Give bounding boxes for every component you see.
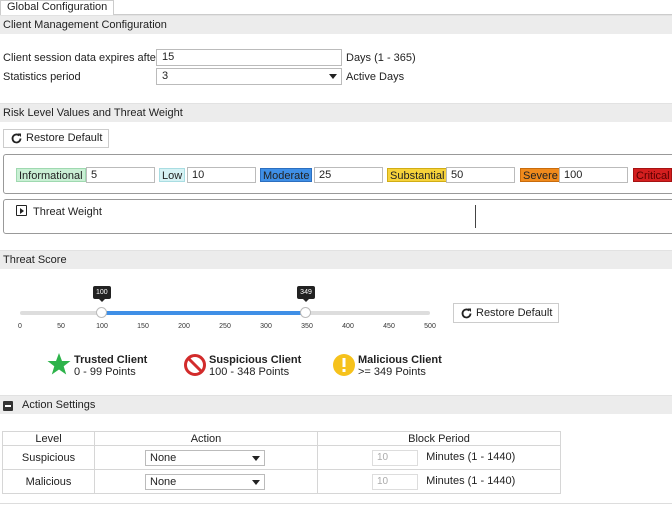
section-risk-levels: Risk Level Values and Threat Weight	[0, 103, 672, 122]
bottom-divider	[0, 503, 672, 504]
slider-high-value: 349	[297, 286, 315, 302]
slider-selected-range	[102, 311, 307, 315]
legend-malicious-sub: >= 349 Points	[358, 366, 426, 378]
level-input-informational[interactable]: 5	[86, 167, 155, 183]
section-threat-score: Threat Score	[0, 250, 672, 269]
level-cell: Suspicious	[2, 445, 95, 470]
level-tag-moderate: Moderate	[260, 168, 313, 182]
period-cell: 10 Minutes (1 - 1440)	[317, 469, 561, 494]
threat-weight-label: Threat Weight	[33, 206, 102, 218]
action-cell: None	[94, 445, 318, 470]
level-input-severe[interactable]: 100	[559, 167, 628, 183]
column-header-action: Action	[94, 431, 318, 446]
expire-suffix: Days (1 - 365)	[346, 52, 416, 64]
expand-toggle-icon[interactable]	[16, 205, 27, 216]
slider-low-value: 100	[93, 286, 111, 302]
expire-input[interactable]: 15	[156, 49, 342, 66]
prohibited-icon	[184, 354, 206, 376]
section-title: Action Settings	[22, 399, 96, 411]
slider-tick-label: 500	[424, 323, 436, 330]
threat-restore-default-button[interactable]: Restore Default	[453, 303, 560, 323]
slider-tick-label: 350	[301, 323, 313, 330]
refresh-icon	[461, 308, 472, 319]
column-header-level: Level	[2, 431, 95, 446]
action-select[interactable]: None	[145, 449, 265, 466]
slider-tick-label: 450	[383, 323, 395, 330]
level-tag-substantial: Substantial	[387, 168, 448, 182]
slider-tick-label: 150	[137, 323, 149, 330]
panel-divider	[475, 205, 476, 228]
section-title: Client Management Configuration	[3, 19, 167, 31]
block-period-input[interactable]: 10	[372, 473, 418, 490]
slider-handle-low[interactable]	[96, 307, 107, 318]
refresh-icon	[11, 133, 22, 144]
threat-weight-panel	[3, 199, 672, 234]
level-tag-severe: Severe	[520, 168, 561, 182]
stats-suffix: Active Days	[346, 71, 405, 83]
slider-tick-label: 400	[342, 323, 354, 330]
action-cell: None	[94, 469, 318, 494]
slider-tick-label: 50	[57, 323, 65, 330]
action-select-value: None	[150, 475, 177, 488]
chevron-down-icon	[252, 479, 260, 485]
star-icon	[47, 353, 71, 375]
legend-trusted-sub: 0 - 99 Points	[74, 366, 136, 378]
tab-global-configuration[interactable]: Global Configuration	[0, 0, 115, 16]
restore-default-button[interactable]: Restore Default	[3, 129, 110, 148]
chevron-down-icon	[329, 74, 337, 79]
restore-default-label: Restore Default	[476, 307, 553, 319]
expire-label: Client session data expires after	[3, 52, 160, 64]
slider-tick-label: 0	[18, 323, 22, 330]
level-tag-critical: Critical	[633, 168, 672, 182]
slider-tick-label: 300	[260, 323, 272, 330]
warning-icon	[333, 354, 355, 376]
slider-handle-high[interactable]	[300, 307, 312, 318]
level-input-low[interactable]: 10	[187, 167, 256, 183]
action-select-value: None	[150, 451, 177, 464]
section-client-management: Client Management Configuration	[0, 15, 672, 34]
slider-tick-label: 100	[96, 323, 108, 330]
level-input-moderate[interactable]: 25	[314, 167, 383, 183]
level-cell: Malicious	[2, 469, 95, 494]
block-period-suffix: Minutes (1 - 1440)	[426, 475, 516, 488]
column-header-block-period: Block Period	[317, 431, 561, 446]
period-cell: 10 Minutes (1 - 1440)	[317, 445, 561, 470]
action-select[interactable]: None	[145, 473, 265, 490]
collapse-icon[interactable]	[3, 401, 13, 411]
level-tag-low: Low	[159, 168, 186, 182]
section-title: Risk Level Values and Threat Weight	[3, 107, 183, 119]
restore-default-label: Restore Default	[26, 132, 103, 144]
level-input-substantial[interactable]: 50	[446, 167, 515, 183]
stats-period-select[interactable]: 3	[156, 68, 342, 85]
block-period-input[interactable]: 10	[372, 449, 418, 466]
table-row: Suspicious None 10 Minutes (1 - 1440)	[2, 445, 561, 470]
slider-tick-label: 200	[178, 323, 190, 330]
block-period-suffix: Minutes (1 - 1440)	[426, 451, 516, 464]
action-settings-table: Level Action Block Period Suspicious Non…	[2, 431, 561, 494]
level-tag-informational: Informational	[16, 168, 86, 182]
stats-period-value: 3	[162, 70, 169, 82]
section-action-settings: Action Settings	[0, 395, 672, 414]
slider-tick-label: 250	[219, 323, 231, 330]
section-title: Threat Score	[3, 254, 67, 266]
chevron-down-icon	[252, 455, 260, 461]
legend-suspicious-sub: 100 - 348 Points	[209, 366, 290, 378]
stats-label: Statistics period	[3, 71, 81, 83]
table-row: Malicious None 10 Minutes (1 - 1440)	[2, 469, 561, 494]
